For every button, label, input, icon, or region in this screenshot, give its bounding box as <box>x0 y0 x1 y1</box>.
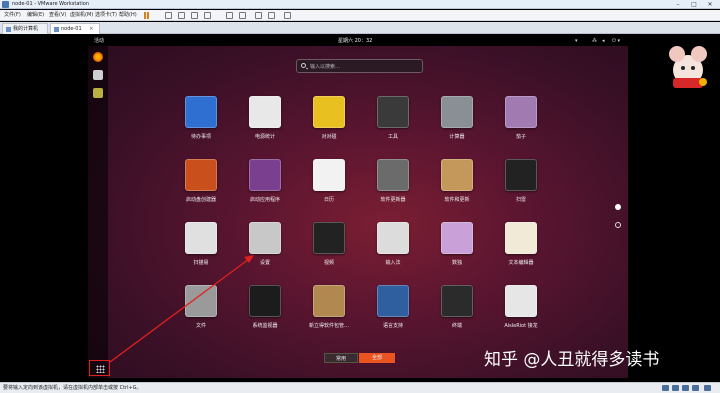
vmware-window: node-01 - VMware Workstation – □ ✕ 文件(F)… <box>0 0 720 393</box>
mouse-mascot-icon <box>669 46 707 88</box>
maximize-button[interactable]: □ <box>688 0 700 9</box>
send-keys-icon[interactable] <box>165 12 172 19</box>
tab-close-icon[interactable]: × <box>89 26 93 32</box>
menu-file[interactable]: 文件(F) <box>4 10 21 21</box>
menu-view[interactable]: 查看(V) <box>49 10 66 21</box>
console-view-icon[interactable] <box>284 12 291 19</box>
vmware-icon <box>2 1 9 8</box>
thumbnail-view-icon[interactable] <box>239 12 246 19</box>
close-button[interactable]: ✕ <box>704 0 716 9</box>
watermark: 知乎 @人丑就得多读书 <box>484 350 660 370</box>
device-usb-icon[interactable] <box>692 385 699 391</box>
tab-my-computer[interactable]: 我的计算机 <box>2 23 48 34</box>
vm-display[interactable]: 活动 星期六 20：32 ▾ ⁂ ◂ ⏻ ▾ 待办事项电源统计对对碰工具计算器茄… <box>88 36 628 378</box>
minimize-button[interactable]: – <box>672 0 684 9</box>
computer-icon <box>6 27 11 32</box>
library-view-icon[interactable] <box>226 12 233 19</box>
vm-icon <box>54 27 59 32</box>
device-sound-icon[interactable] <box>704 385 711 391</box>
tab-label: node-01 <box>61 26 82 32</box>
snapshot-icon[interactable] <box>178 12 185 19</box>
tab-node-01[interactable]: node-01 × <box>50 23 100 34</box>
snapshot-manager-icon[interactable] <box>204 12 211 19</box>
menu-tabs[interactable]: 选项卡(T) <box>95 10 117 21</box>
menu-bar: 文件(F) 编辑(E) 查看(V) 虚拟机(M) 选项卡(T) 帮助(H) <box>0 10 720 21</box>
menu-edit[interactable]: 编辑(E) <box>27 10 44 21</box>
window-title: node-01 - VMware Workstation <box>12 1 89 7</box>
fullscreen-icon[interactable] <box>255 12 262 19</box>
status-text: 要将输入定向到该虚拟机，请在虚拟机内部单击或按 Ctrl+G。 <box>3 385 142 391</box>
device-hdd-icon[interactable] <box>662 385 669 391</box>
title-bar: node-01 - VMware Workstation – □ ✕ <box>0 0 720 9</box>
revert-snapshot-icon[interactable] <box>191 12 198 19</box>
menu-vm[interactable]: 虚拟机(M) <box>70 10 93 21</box>
pause-icon[interactable] <box>143 12 150 19</box>
unity-icon[interactable] <box>268 12 275 19</box>
annotation-arrow <box>109 255 254 363</box>
device-cd-icon[interactable] <box>672 385 679 391</box>
status-bar: 要将输入定向到该虚拟机，请在虚拟机内部单击或按 Ctrl+G。 <box>0 382 720 393</box>
tab-bar: 我的计算机 node-01 × <box>0 22 720 34</box>
device-network-icon[interactable] <box>682 385 689 391</box>
tab-label: 我的计算机 <box>13 26 39 32</box>
menu-help[interactable]: 帮助(H) <box>119 10 137 21</box>
